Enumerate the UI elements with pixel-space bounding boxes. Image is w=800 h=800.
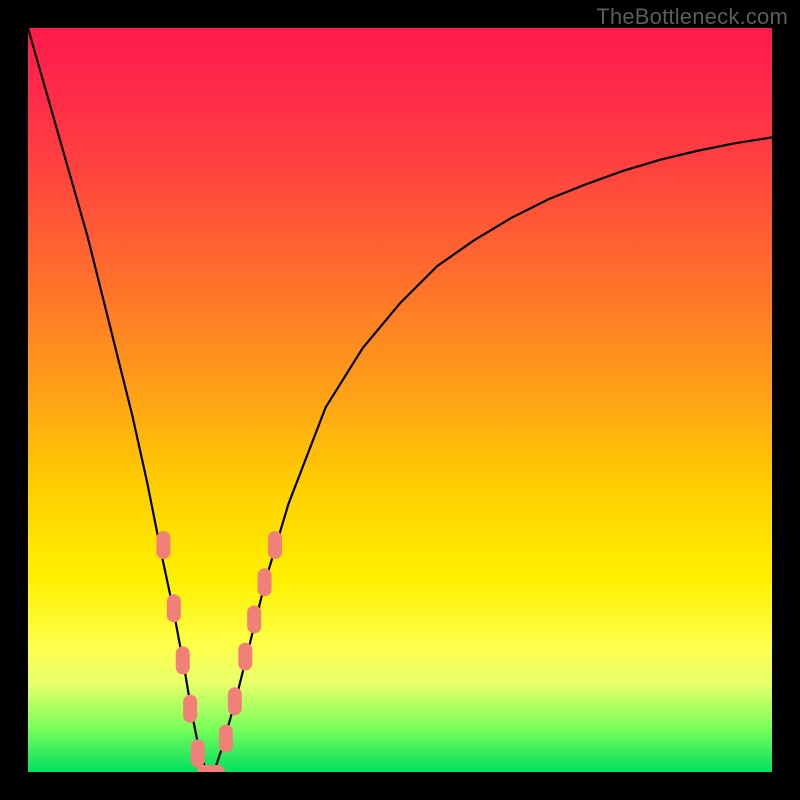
watermark-text: TheBottleneck.com [596,4,788,30]
plot-area [28,28,772,772]
gradient-background [28,28,772,772]
